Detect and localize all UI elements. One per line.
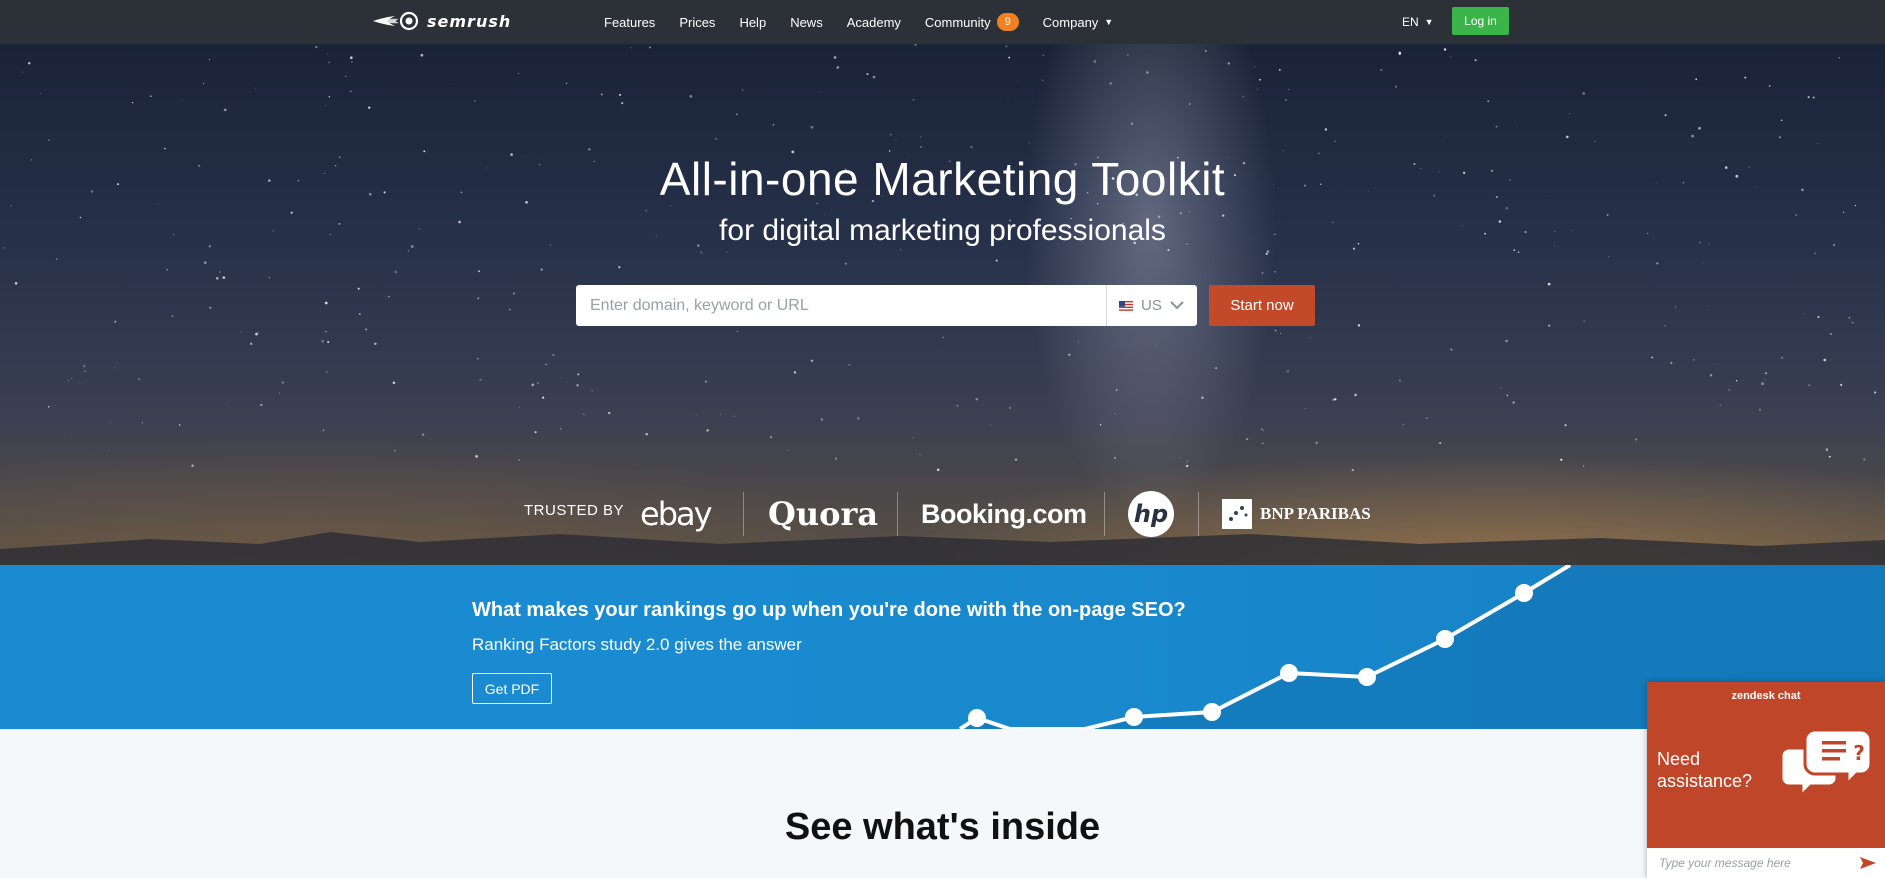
divider — [897, 492, 898, 536]
chat-input-row — [1647, 848, 1885, 878]
ebay-logo: ebay — [640, 495, 713, 533]
bnp-stars-icon — [1222, 499, 1252, 529]
chat-bubbles-icon: ? — [1779, 728, 1873, 800]
divider — [1104, 492, 1105, 536]
language-selector[interactable]: EN ▼ — [1402, 0, 1434, 44]
svg-text:?: ? — [1853, 741, 1865, 765]
nav-label: Academy — [846, 14, 901, 30]
chevron-down-icon — [1170, 301, 1184, 310]
search-form: US Start now — [576, 285, 1315, 326]
community-count-badge: 9 — [996, 13, 1019, 31]
rising-chart-graphic — [958, 565, 1885, 729]
get-pdf-button[interactable]: Get PDF — [472, 673, 552, 704]
hp-logo-text: hp — [1134, 500, 1168, 528]
nav-label: Features — [604, 14, 656, 30]
caret-down-icon: ▼ — [1424, 17, 1434, 27]
hp-logo-mark: hp — [1128, 491, 1174, 537]
logo-text: semrush — [427, 11, 512, 31]
nav-community[interactable]: Community 9 — [925, 13, 1019, 31]
hp-logo: hp — [1127, 484, 1175, 544]
trusted-by-label: TRUSTED BY — [524, 502, 625, 519]
chat-prompt: Need assistance? — [1657, 748, 1752, 792]
ranking-factors-banner: What makes your rankings go up when you'… — [0, 565, 1885, 729]
domain-search-input[interactable] — [576, 285, 1106, 326]
database-label: US — [1141, 297, 1162, 314]
semrush-logo[interactable]: semrush — [373, 9, 543, 33]
hero-subtitle: for digital marketing professionals — [719, 214, 1166, 247]
hero-title: All-in-one Marketing Toolkit — [659, 153, 1226, 205]
zendesk-chat-widget[interactable]: zendesk chat Need assistance? ? — [1647, 682, 1885, 878]
bnp-paribas-logo: BNP PARIBAS — [1222, 484, 1371, 544]
chat-prompt-line2: assistance? — [1657, 771, 1753, 791]
nav-company[interactable]: Company ▼ — [1043, 15, 1114, 30]
bnp-paribas-text: BNP PARIBAS — [1260, 504, 1371, 523]
nav-features[interactable]: Features — [604, 15, 655, 30]
nav-label: Help — [739, 14, 767, 30]
database-select[interactable]: US — [1106, 285, 1197, 326]
promo-title: What makes your rankings go up when you'… — [472, 599, 1186, 621]
nav-label: Prices — [679, 14, 716, 30]
features-section: See what's inside — [0, 729, 1885, 878]
chat-prompt-line1: Need — [1657, 749, 1701, 769]
nav-label: Company — [1042, 14, 1099, 30]
section-title: See what's inside — [784, 806, 1101, 848]
nav-label: Community — [924, 14, 991, 30]
caret-down-icon: ▼ — [1104, 17, 1114, 27]
booking-logo: Booking.com — [921, 498, 1087, 529]
main-nav: Features Prices Help News Academy Commun… — [604, 0, 1113, 44]
send-icon[interactable] — [1859, 856, 1877, 870]
nav-academy[interactable]: Academy — [847, 15, 901, 30]
nav-news[interactable]: News — [790, 15, 823, 30]
top-nav-bar: semrush Features Prices Help News Academ… — [0, 0, 1885, 44]
quora-logo: Quora — [768, 495, 879, 533]
hero-section: All-in-one Marketing Toolkit for digital… — [0, 44, 1885, 565]
us-flag-icon — [1119, 300, 1133, 311]
trusted-by-row: TRUSTED BY ebay Quora Booking.com hp BNP… — [0, 484, 1885, 544]
semrush-flame-icon — [373, 11, 419, 31]
nav-prices[interactable]: Prices — [679, 15, 715, 30]
login-button[interactable]: Log in — [1452, 7, 1509, 35]
promo-subtitle: Ranking Factors study 2.0 gives the answ… — [472, 635, 802, 654]
divider — [1198, 492, 1199, 536]
start-now-button[interactable]: Start now — [1209, 285, 1315, 326]
chat-message-input[interactable] — [1657, 855, 1859, 871]
divider — [743, 492, 744, 536]
nav-label: News — [790, 14, 823, 30]
language-label: EN — [1402, 15, 1419, 29]
nav-help[interactable]: Help — [739, 15, 766, 30]
chat-brand-label: zendesk chat — [1731, 690, 1801, 702]
